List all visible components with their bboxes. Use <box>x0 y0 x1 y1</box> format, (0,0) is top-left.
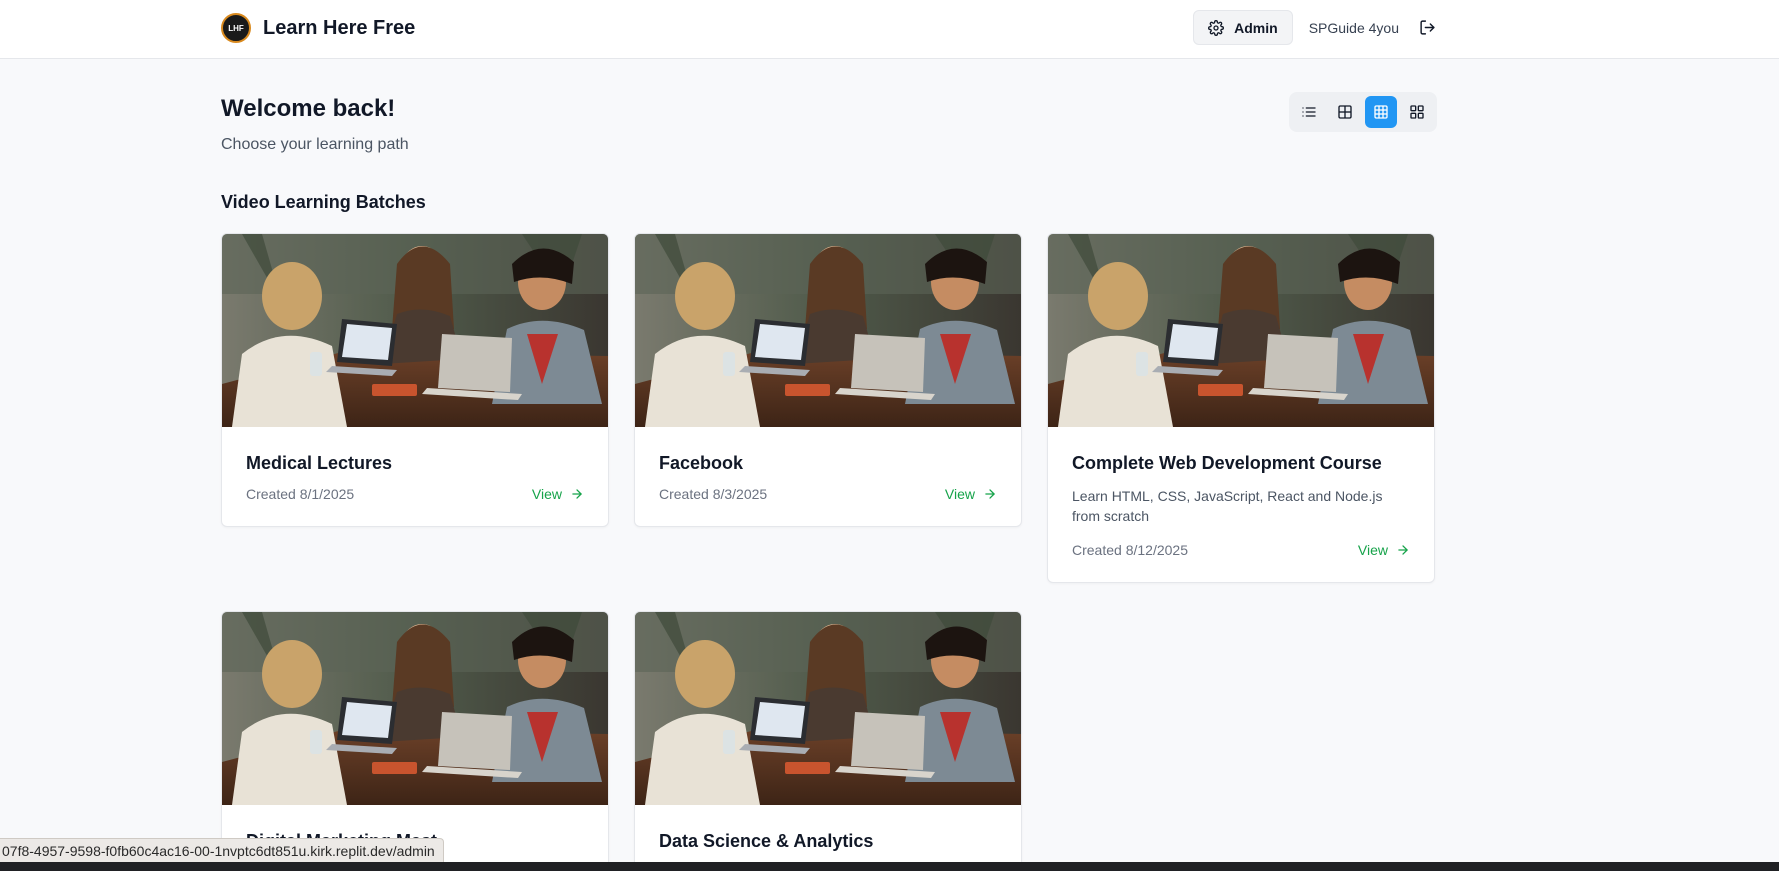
view-link-label: View <box>944 486 975 502</box>
brand[interactable]: LHF Learn Here Free <box>221 13 415 43</box>
card-title: Complete Web Development Course <box>1072 453 1382 473</box>
arrow-right-icon <box>1398 545 1408 555</box>
list-icon <box>1302 107 1316 117</box>
view-mode-toggle <box>1289 92 1437 132</box>
logout-button[interactable] <box>1415 16 1439 40</box>
batch-card[interactable]: Data Science & Analytics <box>634 611 1022 871</box>
grid-2-icon <box>1338 105 1352 119</box>
batch-card[interactable]: Digital Marketing Mast <box>221 611 609 871</box>
brand-logo: LHF <box>221 13 251 43</box>
card-title: Medical Lectures <box>246 453 393 473</box>
card-title: Data Science & Analytics <box>659 831 874 851</box>
view-link-label: View <box>531 486 562 502</box>
grid-3-icon <box>1374 105 1388 119</box>
grid-3-view-button[interactable] <box>1365 96 1397 128</box>
view-link[interactable]: View <box>1358 542 1410 558</box>
browser-status-url: 07f8-4957-9598-f0fb60c4ac16-00-1nvptc6dt… <box>0 838 444 862</box>
window-bottom-edge <box>0 862 1779 871</box>
card-image <box>222 234 608 427</box>
admin-button[interactable]: Admin <box>1193 10 1293 45</box>
grid-4-view-button[interactable] <box>1401 96 1433 128</box>
card-image <box>1048 234 1434 427</box>
card-created-date: Created 8/3/2025 <box>659 486 768 502</box>
list-view-button[interactable] <box>1293 96 1325 128</box>
view-link[interactable]: View <box>945 486 997 502</box>
arrow-right-icon <box>985 489 995 499</box>
gear-icon <box>1208 19 1225 36</box>
batch-card[interactable]: Complete Web Development Course Learn HT… <box>1047 233 1435 583</box>
card-created-date: Created 8/1/2025 <box>246 486 355 502</box>
brand-title: Learn Here Free <box>263 16 416 39</box>
section-title: Video Learning Batches <box>221 192 426 212</box>
user-name: SPGuide 4you <box>1308 19 1399 36</box>
card-created-date: Created 8/12/2025 <box>1072 542 1188 558</box>
view-link-label: View <box>1357 542 1388 558</box>
card-image <box>222 612 608 805</box>
logout-icon <box>1419 20 1435 35</box>
card-image <box>635 234 1021 427</box>
card-image <box>635 612 1021 805</box>
card-description: Learn HTML, CSS, JavaScript, React and N… <box>1072 488 1383 524</box>
grid-2-view-button[interactable] <box>1329 96 1361 128</box>
card-title: Facebook <box>659 453 744 473</box>
page-subtitle: Choose your learning path <box>221 136 409 153</box>
top-navbar: LHF Learn Here Free Admin SPGuide 4you <box>0 0 1779 59</box>
page-title: Welcome back! <box>221 95 396 122</box>
admin-label: Admin <box>1234 19 1278 36</box>
arrow-right-icon <box>572 489 582 499</box>
batch-card[interactable]: Medical Lectures Created 8/1/2025 View <box>221 233 609 527</box>
nav-actions: Admin SPGuide 4you <box>1193 10 1439 45</box>
view-link[interactable]: View <box>532 486 584 502</box>
grid-4-icon <box>1410 105 1424 119</box>
batch-card[interactable]: Facebook Created 8/3/2025 View <box>634 233 1022 527</box>
